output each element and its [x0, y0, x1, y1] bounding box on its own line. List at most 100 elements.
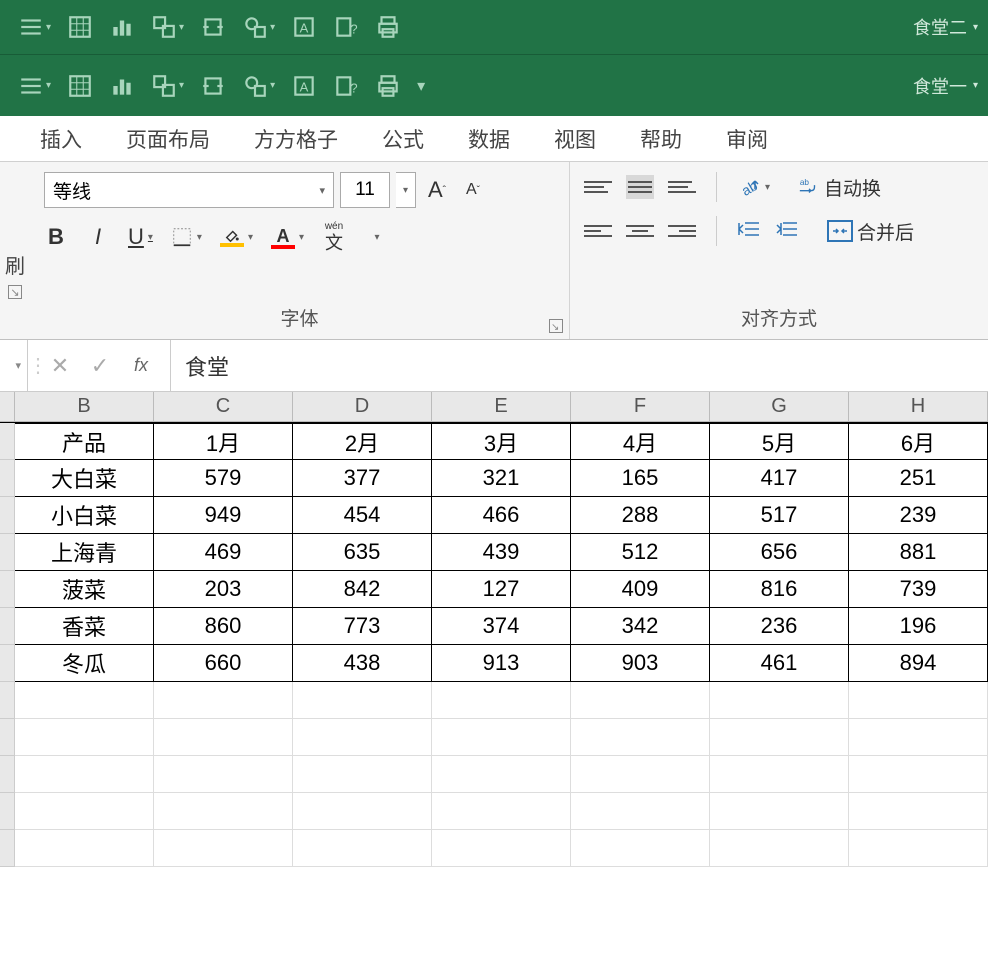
phonetic-dropdown[interactable]: ▾ [364, 232, 388, 243]
font-color-button[interactable]: A▾ [271, 226, 304, 249]
empty-cell[interactable] [849, 719, 988, 756]
data-cell[interactable]: 660 [154, 645, 293, 682]
qat-chart-icon[interactable] [109, 14, 135, 40]
header-cell[interactable]: 2月 [293, 423, 432, 460]
orientation-button[interactable]: ab▾ [737, 175, 770, 199]
increase-indent-button[interactable] [775, 221, 799, 241]
data-cell[interactable]: 165 [571, 460, 710, 497]
empty-cell[interactable] [293, 682, 432, 719]
empty-cell[interactable] [15, 793, 154, 830]
header-cell[interactable]: 1月 [154, 423, 293, 460]
col-header-E[interactable]: E [432, 392, 571, 421]
data-cell[interactable]: 417 [710, 460, 849, 497]
italic-button[interactable]: I [86, 224, 110, 250]
qat2-grid-icon[interactable] [67, 73, 93, 99]
align-top-button[interactable] [584, 175, 612, 199]
data-cell[interactable]: 236 [710, 608, 849, 645]
empty-cell[interactable] [154, 719, 293, 756]
empty-cell[interactable] [432, 793, 571, 830]
empty-cell[interactable] [154, 756, 293, 793]
empty-cell[interactable] [154, 830, 293, 867]
decrease-font-button[interactable]: Aˇ [458, 175, 488, 205]
data-cell[interactable]: 913 [432, 645, 571, 682]
col-header-B[interactable]: B [15, 392, 154, 421]
tab-fangfang[interactable]: 方方格子 [254, 124, 338, 154]
data-cell[interactable]: 461 [710, 645, 849, 682]
format-painter-label[interactable]: 刷 [5, 250, 25, 279]
empty-cell[interactable] [710, 756, 849, 793]
col-header-F[interactable]: F [571, 392, 710, 421]
data-cell[interactable]: 377 [293, 460, 432, 497]
tab-help[interactable]: 帮助 [640, 124, 682, 154]
tab-data[interactable]: 数据 [468, 124, 510, 154]
insert-function-button[interactable]: fx [120, 355, 162, 376]
cancel-formula-button[interactable]: ✕ [40, 353, 80, 379]
font-dialog-launcher[interactable] [549, 319, 563, 333]
row-header[interactable] [0, 534, 15, 571]
tab-formulas[interactable]: 公式 [382, 124, 424, 154]
qat-print-icon[interactable] [375, 14, 401, 40]
tab-page-layout[interactable]: 页面布局 [126, 124, 210, 154]
qat-shapes-icon[interactable]: ▾ [242, 14, 275, 40]
align-center-button[interactable] [626, 219, 654, 243]
data-cell[interactable]: 454 [293, 497, 432, 534]
formula-input[interactable]: 食堂 [170, 340, 988, 391]
bold-button[interactable]: B [44, 224, 68, 250]
empty-cell[interactable] [571, 719, 710, 756]
qat2-autofit-icon[interactable] [200, 73, 226, 99]
data-cell[interactable]: 203 [154, 571, 293, 608]
data-cell[interactable]: 288 [571, 497, 710, 534]
row-header[interactable] [0, 645, 15, 682]
empty-cell[interactable] [293, 830, 432, 867]
workbook-title-2[interactable]: 食堂二 ▾ [913, 14, 978, 40]
data-cell[interactable]: 469 [154, 534, 293, 571]
qat2-pivot-icon[interactable]: ▾ [151, 73, 184, 99]
data-cell[interactable]: 517 [710, 497, 849, 534]
row-header[interactable] [0, 719, 15, 756]
underline-button[interactable]: U▾ [128, 224, 153, 250]
qat-textbox-icon[interactable]: A [291, 14, 317, 40]
qat-pivot-icon[interactable]: ▾ [151, 14, 184, 40]
wrap-text-button[interactable]: ab自动换 [798, 174, 881, 201]
qat2-shapes-icon[interactable]: ▾ [242, 73, 275, 99]
data-cell[interactable]: 739 [849, 571, 988, 608]
data-cell[interactable]: 409 [571, 571, 710, 608]
data-cell[interactable]: 251 [849, 460, 988, 497]
tab-review[interactable]: 审阅 [726, 124, 768, 154]
merge-cells-button[interactable]: 合并后 [827, 218, 914, 245]
header-cell[interactable]: 4月 [571, 423, 710, 460]
fill-color-button[interactable]: ▾ [220, 227, 253, 247]
qat2-help-icon[interactable]: ? [333, 73, 359, 99]
data-cell[interactable]: 香菜 [15, 608, 154, 645]
qat2-chart-icon[interactable] [109, 73, 135, 99]
phonetic-button[interactable]: wén文 [322, 222, 346, 252]
data-cell[interactable]: 342 [571, 608, 710, 645]
header-cell[interactable]: 3月 [432, 423, 571, 460]
align-middle-button[interactable] [626, 175, 654, 199]
empty-cell[interactable] [15, 830, 154, 867]
qat-grid-icon[interactable] [67, 14, 93, 40]
data-cell[interactable]: 773 [293, 608, 432, 645]
data-cell[interactable]: 大白菜 [15, 460, 154, 497]
data-cell[interactable]: 374 [432, 608, 571, 645]
data-cell[interactable]: 894 [849, 645, 988, 682]
data-cell[interactable]: 842 [293, 571, 432, 608]
header-cell[interactable]: 产品 [15, 423, 154, 460]
font-size-input[interactable]: 11 [340, 172, 390, 208]
borders-button[interactable]: ▾ [171, 226, 202, 248]
increase-font-button[interactable]: Aˆ [422, 175, 452, 205]
empty-cell[interactable] [710, 682, 849, 719]
align-left-button[interactable] [584, 219, 612, 243]
data-cell[interactable]: 菠菜 [15, 571, 154, 608]
qat2-print-icon[interactable] [375, 73, 401, 99]
row-header[interactable] [0, 423, 15, 460]
clipboard-launcher-icon[interactable]: ↘ [8, 285, 22, 299]
name-box-dropdown[interactable]: ▾ [0, 340, 28, 391]
empty-cell[interactable] [15, 682, 154, 719]
data-cell[interactable]: 903 [571, 645, 710, 682]
align-right-button[interactable] [668, 219, 696, 243]
font-size-dropdown[interactable]: ▾ [396, 172, 416, 208]
header-cell[interactable]: 6月 [849, 423, 988, 460]
align-bottom-button[interactable] [668, 175, 696, 199]
empty-cell[interactable] [849, 830, 988, 867]
